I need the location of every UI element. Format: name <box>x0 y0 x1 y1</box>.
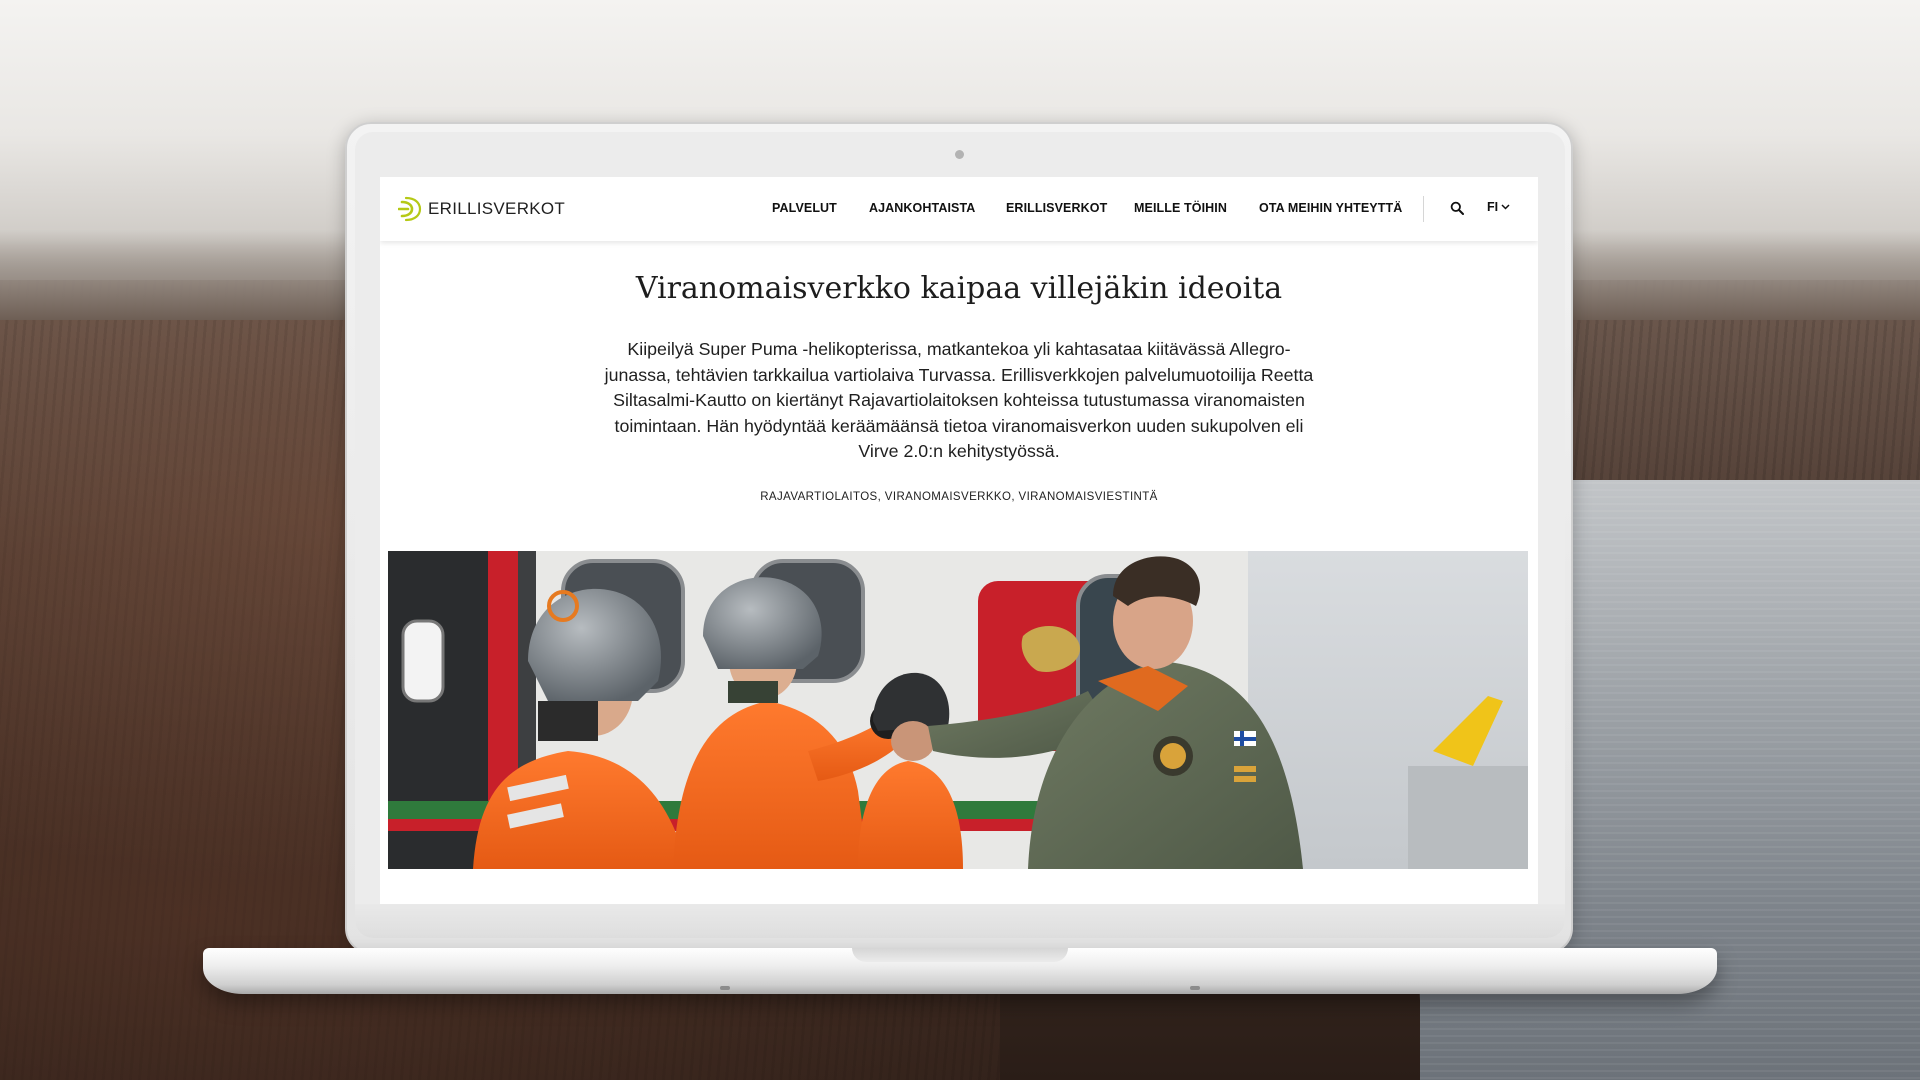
logo-text: ERILLISVERKOT <box>428 199 566 218</box>
hero-photo-helicopter-crew <box>388 551 1528 869</box>
site-header: ERILLISVERKOT PALVELUT AJANKOHTAISTA ERI… <box>380 177 1538 241</box>
logo-waves-icon <box>398 196 422 222</box>
nav-divider <box>1423 196 1424 222</box>
laptop-screen: ERILLISVERKOT PALVELUT AJANKOHTAISTA ERI… <box>380 177 1538 904</box>
nav-item-erillisverkot[interactable]: ERILLISVERKOT <box>1006 201 1107 215</box>
article-lead: Kiipeilyä Super Puma -helikopterissa, ma… <box>604 339 1314 461</box>
article-tags[interactable]: RAJAVARTIOLAITOS, VIRANOMAISVERKKO, VIRA… <box>380 491 1538 503</box>
site-logo[interactable]: ERILLISVERKOT <box>398 195 565 223</box>
chevron-down-icon <box>1501 204 1510 210</box>
laptop-foot <box>720 986 730 990</box>
language-label: FI <box>1487 200 1499 214</box>
laptop-foot <box>1190 986 1200 990</box>
laptop-notch <box>852 948 1068 962</box>
search-icon[interactable] <box>1450 201 1464 215</box>
nav-item-palvelut[interactable]: PALVELUT <box>772 201 837 215</box>
language-selector[interactable]: FI <box>1487 200 1510 214</box>
nav-item-ota-yhteytta[interactable]: OTA MEIHIN YHTEYTTÄ <box>1259 201 1402 215</box>
nav-item-ajankohtaista[interactable]: AJANKOHTAISTA <box>869 201 975 215</box>
article-title: Viranomaisverkko kaipaa villejäkin ideoi… <box>635 271 1283 306</box>
laptop-camera <box>955 150 964 159</box>
nav-item-meille-toihin[interactable]: MEILLE TÖIHIN <box>1134 201 1227 215</box>
laptop-chin <box>355 904 1565 938</box>
